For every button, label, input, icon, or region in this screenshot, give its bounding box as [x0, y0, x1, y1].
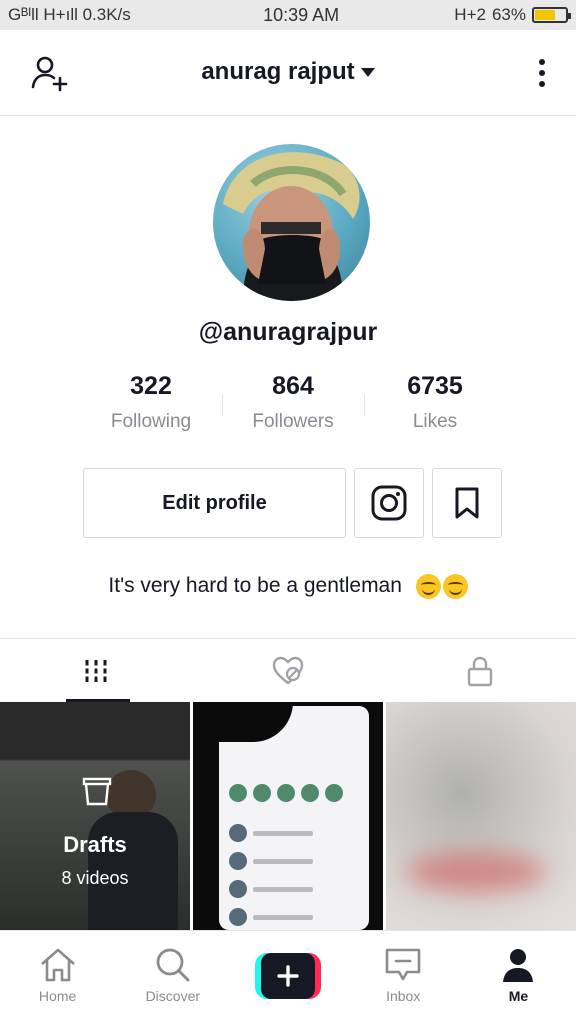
stat-label: Following	[110, 411, 192, 432]
profile-tabs	[0, 638, 576, 702]
nav-discover[interactable]: Discover	[115, 931, 230, 1024]
nav-label: Home	[38, 988, 77, 1004]
nav-label: Me	[508, 988, 529, 1004]
nav-me[interactable]: Me	[461, 931, 576, 1024]
drafts-icon	[82, 777, 112, 806]
drafts-title: Drafts	[63, 832, 127, 857]
thumbnail-row	[229, 824, 313, 842]
battery-icon	[532, 7, 571, 23]
profile-stats: 322 Following 864 Followers 6735 Likes	[80, 372, 506, 433]
status-bar: Gᴮᴵll H+ıll 0.3K/s 10:39 AM H+2 63%	[0, 0, 576, 30]
bookmark-icon	[455, 487, 479, 519]
account-switcher[interactable]: anurag rajput	[0, 58, 576, 86]
stat-label: Likes	[412, 411, 458, 432]
plus-icon	[277, 965, 299, 987]
video-grid: Drafts 8 videos	[0, 702, 576, 930]
tab-videos[interactable]	[0, 639, 192, 702]
thumbnail-blur	[406, 852, 546, 892]
nav-home[interactable]: Home	[0, 931, 115, 1024]
stat-followers[interactable]: 864 Followers	[222, 372, 364, 433]
favorites-button[interactable]	[432, 468, 502, 538]
drafts-count: 8 videos	[61, 868, 129, 888]
grid-icon	[84, 659, 108, 682]
stat-value: 864	[272, 372, 314, 400]
thumbnail-overlay	[0, 702, 190, 930]
bio-text: It's very hard to be a gentleman	[108, 574, 402, 598]
video-thumbnail[interactable]	[193, 702, 383, 930]
profile-username: anurag rajput	[201, 58, 355, 85]
nav-label: Discover	[145, 988, 201, 1004]
drafts-tile[interactable]: Drafts 8 videos	[0, 702, 190, 930]
avatar[interactable]	[213, 144, 370, 301]
status-right: H+2 63%	[454, 5, 571, 25]
nav-label: Inbox	[386, 988, 421, 1004]
thumbnail-avatars	[229, 784, 343, 802]
lock-icon	[467, 656, 493, 686]
battery-fill	[535, 10, 556, 20]
profile-header: anurag rajput	[0, 30, 576, 116]
hidden-heart-icon	[272, 656, 304, 685]
nav-inbox[interactable]: Inbox	[346, 931, 461, 1024]
instagram-button[interactable]	[354, 468, 424, 538]
thumbnail-row	[229, 880, 313, 898]
video-thumbnail[interactable]	[386, 702, 576, 930]
status-time: 10:39 AM	[263, 4, 340, 25]
instagram-icon	[371, 485, 407, 521]
edit-profile-button[interactable]: Edit profile	[83, 468, 346, 538]
more-options-icon[interactable]	[530, 54, 554, 94]
stat-likes[interactable]: 6735 Likes	[364, 372, 506, 433]
stat-value: 322	[130, 372, 172, 400]
tab-private[interactable]	[384, 639, 576, 702]
thumbnail-row	[229, 908, 313, 926]
person-icon	[503, 949, 534, 982]
thumbnail-row	[229, 852, 313, 870]
smile-emoji-icon	[415, 574, 441, 599]
bottom-navigation: Home Discover Inbox Me	[0, 930, 576, 1024]
status-network-right: H+2	[454, 5, 486, 24]
battery-percent: 63%	[491, 5, 526, 24]
home-icon	[40, 948, 75, 982]
nav-create[interactable]	[230, 931, 345, 1024]
create-button[interactable]	[255, 953, 321, 999]
profile-actions: Edit profile	[83, 468, 502, 538]
profile-bio: It's very hard to be a gentleman	[0, 574, 576, 599]
chevron-down-icon	[360, 68, 375, 78]
stat-label: Followers	[252, 411, 334, 432]
stat-value: 6735	[407, 372, 463, 400]
stat-following[interactable]: 322 Following	[80, 372, 222, 433]
profile-handle: @anuragrajpur	[198, 318, 378, 346]
smile-emoji-icon	[442, 574, 468, 599]
inbox-icon	[385, 948, 421, 981]
tab-liked[interactable]	[192, 639, 384, 702]
search-icon	[156, 948, 190, 982]
